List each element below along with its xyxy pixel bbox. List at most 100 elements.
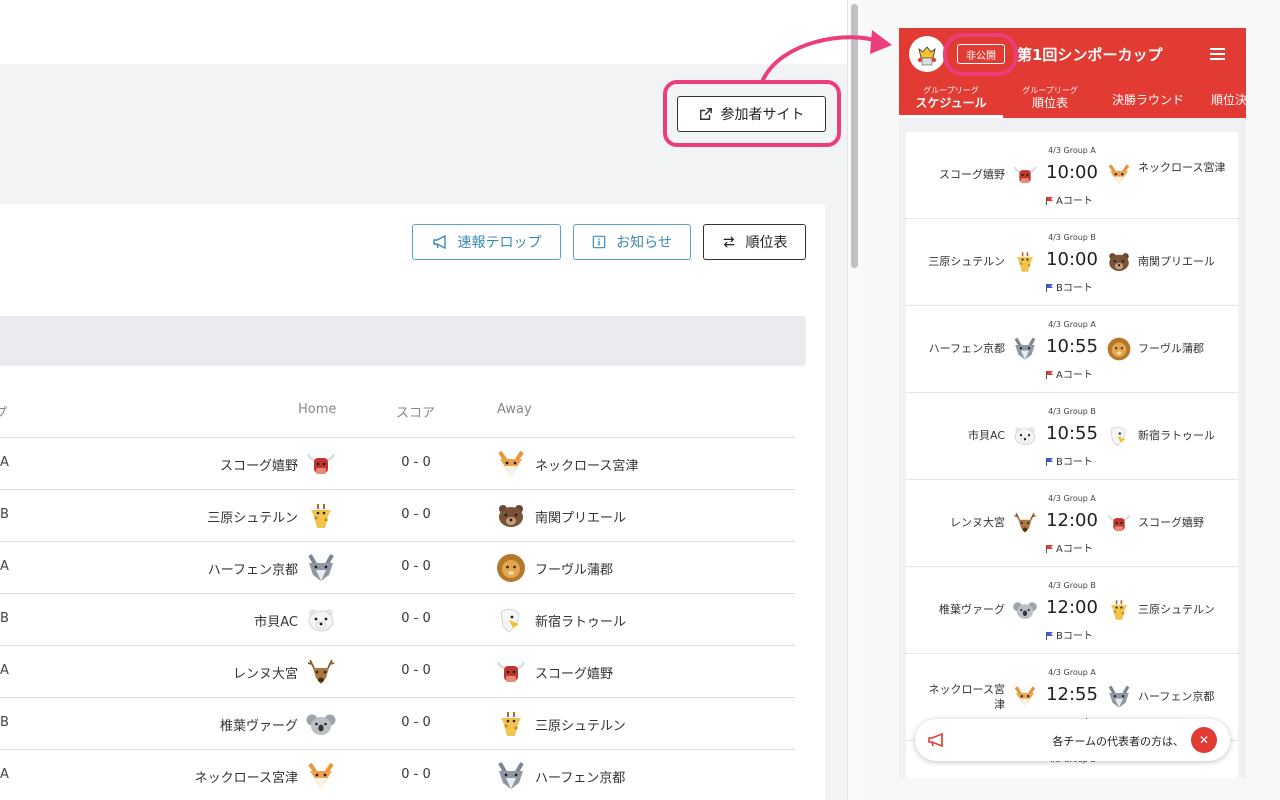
match-away-team: 南関プリエール	[1138, 255, 1215, 268]
koala-icon	[1012, 597, 1038, 623]
flag-icon	[1046, 458, 1053, 466]
megaphone-icon	[432, 234, 448, 250]
match-date-group: 4/3 Group A	[1048, 320, 1096, 329]
flag-icon	[1046, 371, 1053, 379]
row-home-team: ネックロース宮津	[194, 771, 298, 786]
row-group: A	[0, 559, 9, 574]
match-time: 10:55	[1046, 336, 1098, 357]
row-score: 0 - 0	[401, 715, 431, 730]
match-time: 12:00	[1046, 510, 1098, 531]
match-card[interactable]: 4/3 Group A ハーフェン京都 10:55 フーヴル蒲郡 Aコート	[906, 306, 1238, 393]
close-icon[interactable]: ✕	[1191, 727, 1217, 753]
row-home-team: 三原シュテルン	[207, 511, 298, 526]
match-card[interactable]: 4/3 Group A スコーグ嬉野 10:00 ネックロース宮津 Aコート	[906, 132, 1238, 219]
row-group: A	[0, 455, 9, 470]
eagle-icon	[1106, 423, 1132, 449]
admin-top-bar	[0, 0, 847, 64]
wolf-icon	[305, 552, 337, 584]
table-row[interactable]: A ネックロース宮津 0 - 0 ハーフェン京都	[0, 750, 795, 800]
giraffe-icon	[495, 708, 527, 740]
tab-label: 順位表	[1031, 96, 1068, 110]
match-home-team: レンヌ大宮	[950, 516, 1005, 529]
table-row[interactable]: A ハーフェン京都 0 - 0 フーヴル蒲郡	[0, 542, 795, 594]
header-score: スコア	[396, 406, 436, 421]
fox-icon	[495, 448, 527, 480]
match-court: Aコート	[1046, 366, 1093, 381]
deer-icon	[1012, 510, 1038, 536]
row-home-team: レンヌ大宮	[232, 667, 298, 682]
eagle-icon	[495, 604, 527, 636]
row-group: A	[0, 767, 9, 782]
announcement-toast[interactable]: 各チームの代表者の方は、 ✕	[915, 719, 1230, 761]
match-away-team: ハーフェン京都	[1138, 690, 1215, 703]
match-home-team: 市貝AC	[967, 429, 1005, 442]
flag-icon	[1046, 197, 1053, 205]
match-date-group: 4/3 Group A	[1048, 146, 1096, 155]
match-date-group: 4/3 Group B	[1048, 407, 1096, 416]
tab-group-standings[interactable]: グループリーグ 順位表	[1003, 86, 1097, 118]
match-card[interactable]: 4/3 Group A レンヌ大宮 12:00 スコーグ嬉野 Aコート	[906, 480, 1238, 567]
match-home-team: ハーフェン京都	[928, 342, 1005, 355]
megaphone-icon	[927, 732, 945, 748]
standings-button[interactable]: 順位表	[703, 224, 806, 260]
bull-icon	[1106, 510, 1132, 536]
match-away-team: フーヴル蒲郡	[1138, 342, 1204, 355]
match-court: Bコート	[1046, 627, 1093, 642]
row-score: 0 - 0	[401, 663, 431, 678]
row-away-team: スコーグ嬉野	[535, 667, 614, 682]
news-button[interactable]: お知らせ	[573, 224, 691, 260]
info-icon	[592, 235, 606, 249]
swap-arrows-icon	[722, 235, 736, 249]
tab-final-round[interactable]: 決勝ラウンド	[1097, 86, 1199, 118]
row-score: 0 - 0	[401, 507, 431, 522]
deer-icon	[305, 656, 337, 688]
match-schedule-list: 4/3 Group A スコーグ嬉野 10:00 ネックロース宮津 Aコート 4/3 Gr…	[906, 132, 1238, 778]
match-court-label: Aコート	[1056, 544, 1093, 555]
flag-icon	[1046, 632, 1053, 640]
row-home-team: ハーフェン京都	[207, 563, 298, 578]
match-card[interactable]: 4/3 Group B 三原シュテルン 10:00 南関プリエール Bコート	[906, 219, 1238, 306]
match-date-group: 4/3 Group B	[1048, 581, 1096, 590]
table-row[interactable]: B 市貝AC 0 - 0 新宿ラトゥール	[0, 594, 795, 646]
row-group: A	[0, 663, 9, 678]
table-row[interactable]: B 椎葉ヴァーグ 0 - 0 三原シュテルン	[0, 698, 795, 750]
ticker-label: 速報テロップ	[457, 235, 542, 251]
hamburger-menu-icon[interactable]	[1210, 48, 1225, 60]
match-date-group: 4/3 Group A	[1048, 668, 1096, 677]
ticker-button[interactable]: 速報テロップ	[412, 224, 561, 260]
row-score: 0 - 0	[401, 611, 431, 626]
tab-placement[interactable]: 順位決	[1199, 86, 1246, 118]
fox-icon	[1012, 684, 1038, 710]
wolf-icon	[495, 760, 527, 792]
table-row[interactable]: A レンヌ大宮 0 - 0 スコーグ嬉野	[0, 646, 795, 698]
giraffe-icon	[1012, 249, 1038, 275]
admin-pane: 参加者サイト 速報テロップ お知らせ 順位表 ープ Home スコア Aw	[0, 0, 847, 800]
table-row[interactable]: B 三原シュテルン 0 - 0 南関プリエール	[0, 490, 795, 542]
match-away-team: ネックロース宮津	[1138, 161, 1226, 174]
match-date-group: 4/3 Group A	[1048, 494, 1096, 503]
fox-icon	[1106, 162, 1132, 188]
match-date-group: 4/3 Group B	[1048, 233, 1096, 242]
row-home-team: スコーグ嬉野	[219, 459, 298, 474]
wolf-icon	[1106, 684, 1132, 710]
match-card[interactable]: 4/3 Group B 市貝AC 10:55 新宿ラトゥール Bコート	[906, 393, 1238, 480]
header-away: Away	[497, 402, 532, 417]
row-group: B	[0, 715, 9, 730]
flag-icon	[1046, 545, 1053, 553]
highlight-ring-private-badge	[943, 33, 1018, 76]
match-court-label: Aコート	[1056, 196, 1093, 207]
bear-icon	[1106, 249, 1132, 275]
wolf-icon	[1012, 336, 1038, 362]
match-court: Bコート	[1046, 453, 1093, 468]
match-home-team: ネックロース宮津	[928, 683, 1005, 711]
pointer-arrow	[760, 30, 892, 84]
filter-bar[interactable]	[0, 316, 806, 366]
row-away-team: フーヴル蒲郡	[535, 563, 614, 578]
match-time: 10:55	[1046, 423, 1098, 444]
bull-icon	[305, 448, 337, 480]
match-card[interactable]: 4/3 Group B 椎葉ヴァーグ 12:00 三原シュテルン Bコート	[906, 567, 1238, 654]
row-away-team: 南関プリエール	[535, 511, 627, 526]
news-label: お知らせ	[616, 235, 672, 251]
table-row[interactable]: A スコーグ嬉野 0 - 0 ネックロース宮津	[0, 438, 795, 490]
lion-icon	[495, 552, 527, 584]
